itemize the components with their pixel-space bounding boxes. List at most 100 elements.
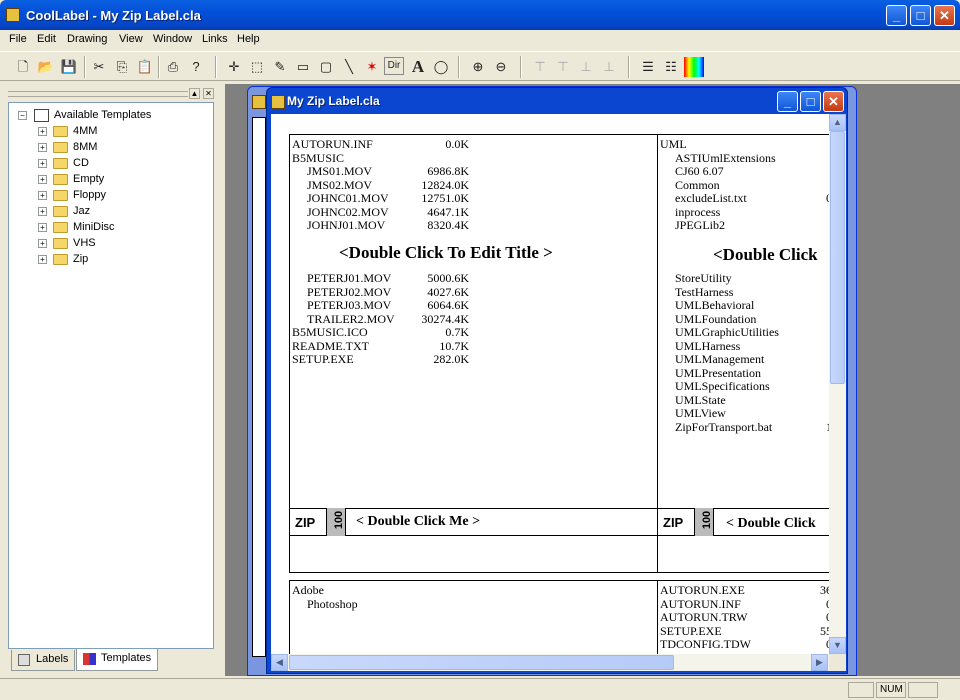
select-rect-icon[interactable]: ⬚ (247, 57, 267, 77)
vertical-scroll-thumb[interactable] (830, 131, 845, 384)
pane-close-icon[interactable]: ✕ (203, 88, 214, 99)
label-3-body[interactable] (289, 580, 658, 654)
print-icon[interactable]: ⎙ (163, 57, 183, 77)
app-title: CoolLabel - My Zip Label.cla (26, 8, 201, 23)
text-format-icon[interactable]: ☷ (661, 57, 681, 77)
label-2-zip: ZIP (663, 515, 684, 530)
cut-icon[interactable]: ✂ (89, 57, 109, 77)
expand-icon[interactable]: + (38, 239, 47, 248)
templates-tree[interactable]: − Available Templates +4MM +8MM + CD + Empty +… (8, 102, 214, 649)
menu-drawing[interactable]: Drawing (67, 33, 107, 45)
rectangle-icon[interactable]: ▭ (293, 57, 313, 77)
size-grip (829, 654, 846, 671)
pane-restore-icon[interactable]: ▲ (189, 88, 200, 99)
label-2-capacity: 100 (701, 510, 714, 530)
menu-edit[interactable]: Edit (37, 33, 56, 45)
label-2-file-name: ZipForTransport.bat (675, 419, 773, 434)
new-file-icon[interactable]: 🗋 (13, 57, 33, 77)
expand-icon[interactable]: + (38, 143, 47, 152)
menu-view[interactable]: View (119, 33, 143, 45)
zoom-in-icon[interactable]: ⊕ (468, 57, 488, 77)
doc-maximize-button[interactable]: □ (800, 91, 821, 112)
label-4-file-size: 0.7 (826, 637, 829, 651)
star-icon[interactable]: ✶ (362, 57, 382, 77)
copy-icon[interactable]: ⎘ (112, 57, 132, 77)
tab-labels[interactable]: Labels (11, 650, 76, 671)
tree-root-label: Available Templates (54, 109, 152, 121)
app-icon[interactable] (6, 8, 20, 22)
label-1-spine-text[interactable]: < Double Click Me > (356, 514, 480, 530)
tab-labels-text: Labels (36, 653, 69, 665)
rounded-rect-icon[interactable]: ▢ (316, 57, 336, 77)
help-context-icon[interactable]: ? (186, 57, 206, 77)
align-middle-icon[interactable]: ⊤ (553, 57, 573, 77)
background-document-page (252, 117, 266, 657)
status-caps (848, 682, 874, 698)
tree-item-label: MiniDisc (73, 221, 115, 233)
label-2-footer[interactable] (657, 535, 829, 573)
tree-item-label: Zip (73, 253, 89, 265)
label-1-footer[interactable] (289, 535, 658, 573)
pencil-icon[interactable]: ✎ (270, 57, 290, 77)
pane-grip[interactable] (8, 91, 188, 97)
line-icon[interactable]: ╲ (339, 57, 359, 77)
document-title: My Zip Label.cla (287, 94, 380, 108)
text-icon[interactable]: A (408, 57, 428, 77)
save-icon[interactable]: 💾 (59, 57, 79, 77)
menu-file[interactable]: File (9, 33, 27, 45)
horizontal-scrollbar[interactable]: ◀ ▶ (271, 654, 829, 671)
templates-icon (34, 109, 49, 122)
status-bar: NUM (0, 678, 960, 700)
align-bottom-icon[interactable]: ⊥ (576, 57, 596, 77)
expand-icon[interactable]: + (38, 127, 47, 136)
close-button[interactable]: ✕ (934, 5, 955, 26)
open-folder-icon[interactable]: 📂 (36, 57, 56, 77)
status-scroll (908, 682, 938, 698)
expand-icon[interactable]: + (38, 255, 47, 264)
label-1-file-name: SETUP.EXE (292, 352, 354, 366)
label-2-file-name: JPEGLib2 (675, 218, 726, 232)
folder-icon (53, 222, 68, 233)
label-2-capacity-box: 100 (694, 508, 714, 536)
horizontal-scroll-thumb[interactable] (289, 655, 674, 670)
maximize-button[interactable]: □ (910, 5, 931, 26)
label-2-spine-text[interactable]: < Double Click (726, 516, 816, 532)
scroll-down-arrow[interactable]: ▼ (829, 637, 846, 654)
scroll-left-arrow[interactable]: ◀ (271, 654, 288, 671)
zoom-out-icon[interactable]: ⊖ (491, 57, 511, 77)
paste-icon[interactable]: 📋 (135, 57, 155, 77)
expand-icon[interactable]: + (38, 223, 47, 232)
ellipse-icon[interactable]: ◯ (431, 57, 451, 77)
label-2-title[interactable]: <Double Click (713, 245, 818, 265)
label-1-capacity-box: 100 (326, 508, 346, 536)
doc-icon (271, 95, 285, 109)
tree-item-label: VHS (73, 237, 96, 249)
folder-icon (53, 238, 68, 249)
expand-icon[interactable]: + (38, 175, 47, 184)
tab-templates[interactable]: Templates (76, 649, 159, 671)
crosshair-icon[interactable]: ✛ (224, 57, 244, 77)
label-1-title[interactable]: <Double Click To Edit Title > (339, 243, 553, 263)
expand-icon[interactable]: + (38, 191, 47, 200)
menu-help[interactable]: Help (237, 33, 260, 45)
align-top-icon[interactable]: ⊤ (530, 57, 550, 77)
label-canvas[interactable]: AUTORUN.INF 0.0K B5MUSIC JMS01.MOV 6986.8K JM… (271, 114, 829, 654)
templates-tab-icon (83, 653, 96, 665)
color-palette-icon[interactable] (684, 57, 704, 77)
expand-icon[interactable]: + (38, 159, 47, 168)
app-title-bar[interactable]: CoolLabel - My Zip Label.cla _ □ ✕ (0, 0, 960, 30)
expand-icon[interactable]: + (38, 207, 47, 216)
scroll-right-arrow[interactable]: ▶ (811, 654, 828, 671)
tree-item-label: 8MM (73, 141, 98, 153)
dir-icon[interactable]: Dir (384, 57, 404, 75)
collapse-icon[interactable]: − (18, 111, 27, 120)
scroll-up-arrow[interactable]: ▲ (829, 114, 846, 131)
align-baseline-icon[interactable]: ⊥ (599, 57, 619, 77)
list-format-icon[interactable]: ☰ (638, 57, 658, 77)
minimize-button[interactable]: _ (886, 5, 907, 26)
doc-close-button[interactable]: ✕ (823, 91, 844, 112)
vertical-scrollbar[interactable]: ▲ ▼ (829, 114, 846, 654)
doc-minimize-button[interactable]: _ (777, 91, 798, 112)
menu-window[interactable]: Window (153, 33, 192, 45)
menu-links[interactable]: Links (202, 33, 228, 45)
